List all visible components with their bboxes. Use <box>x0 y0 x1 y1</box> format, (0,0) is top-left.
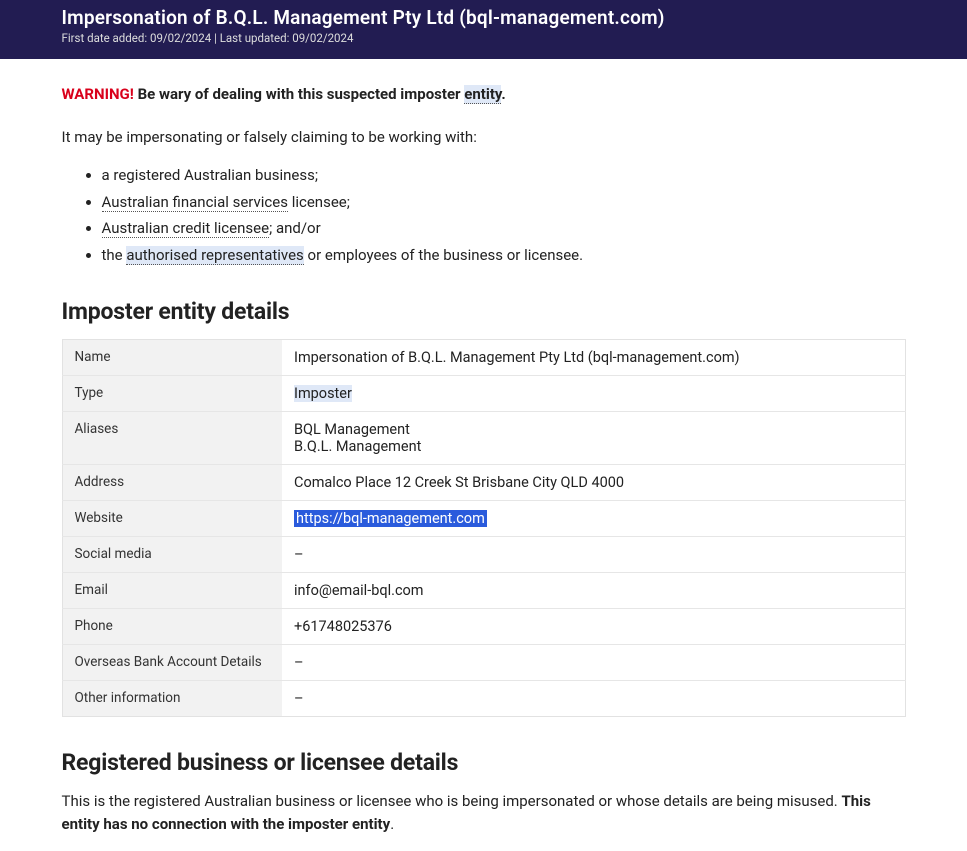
website-link-highlight[interactable]: https://bql-management.com <box>294 510 487 527</box>
page-meta: First date added: 09/02/2024 | Last upda… <box>62 31 906 45</box>
detail-label: Phone <box>62 609 282 645</box>
detail-value: – <box>282 537 905 573</box>
table-row: Website https://bql-management.com <box>62 501 905 537</box>
list-item-text: licensee; <box>288 193 350 211</box>
list-item-text: or employees of the business or licensee… <box>304 246 583 264</box>
alias-line: BQL Management <box>294 421 410 438</box>
list-item: the authorised representatives or employ… <box>102 244 906 267</box>
registered-lead-paragraph: This is the registered Australian busine… <box>62 790 906 835</box>
table-row: Social media – <box>62 537 905 573</box>
detail-value: Impersonation of B.Q.L. Management Pty L… <box>282 340 905 376</box>
list-item: Australian financial services licensee; <box>102 191 906 214</box>
detail-value: +61748025376 <box>282 609 905 645</box>
detail-value: https://bql-management.com <box>282 501 905 537</box>
detail-label: Website <box>62 501 282 537</box>
imposter-details-table: Name Impersonation of B.Q.L. Management … <box>62 339 906 717</box>
list-item-text: ; and/or <box>269 219 321 237</box>
warning-text-after: . <box>501 85 505 103</box>
main-content: WARNING! Be wary of dealing with this su… <box>44 59 924 835</box>
registered-details-heading: Registered business or licensee details <box>62 749 906 776</box>
table-row: Other information – <box>62 681 905 717</box>
detail-label: Name <box>62 340 282 376</box>
table-row: Overseas Bank Account Details – <box>62 645 905 681</box>
detail-label: Social media <box>62 537 282 573</box>
imposter-details-heading: Imposter entity details <box>62 298 906 325</box>
table-row: Aliases BQL Management B.Q.L. Management <box>62 412 905 465</box>
detail-label: Type <box>62 376 282 412</box>
detail-label: Address <box>62 465 282 501</box>
intro-paragraph: It may be impersonating or falsely claim… <box>62 126 906 149</box>
detail-value: Imposter <box>282 376 905 412</box>
table-row: Email info@email-bql.com <box>62 573 905 609</box>
page-title: Impersonation of B.Q.L. Management Pty L… <box>62 6 906 29</box>
list-item: a registered Australian business; <box>102 164 906 187</box>
impersonation-list: a registered Australian business; Austra… <box>62 164 906 266</box>
list-item-text: the <box>102 246 127 264</box>
table-row: Name Impersonation of B.Q.L. Management … <box>62 340 905 376</box>
warning-text-before: Be wary of dealing with this suspected i… <box>138 85 465 103</box>
detail-value: info@email-bql.com <box>282 573 905 609</box>
detail-label: Email <box>62 573 282 609</box>
glossary-term-afs[interactable]: Australian financial services <box>102 193 288 212</box>
detail-value: Comalco Place 12 Creek St Brisbane City … <box>282 465 905 501</box>
glossary-term-entity[interactable]: entity <box>464 85 501 104</box>
detail-value: – <box>282 645 905 681</box>
registered-lead-end: . <box>390 815 394 833</box>
table-row: Type Imposter <box>62 376 905 412</box>
warning-label: WARNING! <box>62 85 134 103</box>
detail-value: – <box>282 681 905 717</box>
detail-label: Overseas Bank Account Details <box>62 645 282 681</box>
list-item: Australian credit licensee; and/or <box>102 217 906 240</box>
detail-label: Aliases <box>62 412 282 465</box>
type-highlight: Imposter <box>294 385 352 402</box>
glossary-term-authrep[interactable]: authorised representatives <box>126 246 303 265</box>
registered-lead-plain: This is the registered Australian busine… <box>62 792 842 810</box>
page-header: Impersonation of B.Q.L. Management Pty L… <box>0 0 967 59</box>
table-row: Phone +61748025376 <box>62 609 905 645</box>
glossary-term-acl[interactable]: Australian credit licensee <box>102 219 270 238</box>
alias-line: B.Q.L. Management <box>294 438 421 455</box>
detail-label: Other information <box>62 681 282 717</box>
detail-value: BQL Management B.Q.L. Management <box>282 412 905 465</box>
warning-line: WARNING! Be wary of dealing with this su… <box>62 83 906 106</box>
table-row: Address Comalco Place 12 Creek St Brisba… <box>62 465 905 501</box>
